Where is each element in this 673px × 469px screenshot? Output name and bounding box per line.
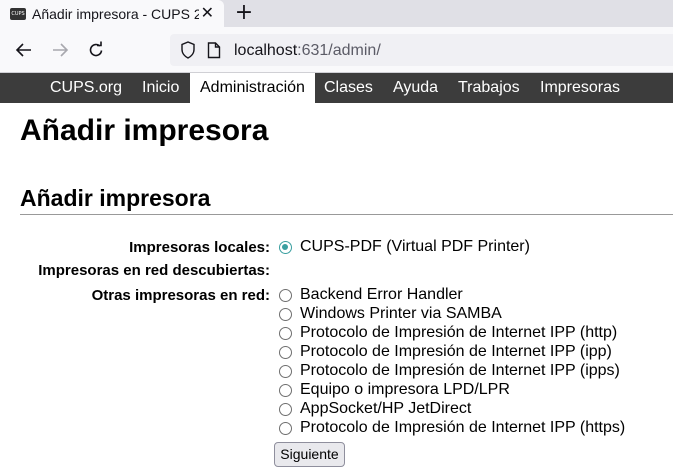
nav-administracion[interactable]: Administración: [190, 73, 315, 103]
back-button[interactable]: [13, 39, 35, 61]
local-printers-label: Impresoras locales:: [129, 239, 270, 256]
printer-option-label: AppSocket/HP JetDirect: [300, 400, 472, 417]
printer-option-label: Protocolo de Impresión de Internet IPP (…: [300, 324, 618, 341]
discovered-printers-label: Impresoras en red descubiertas:: [38, 262, 270, 279]
radio-button[interactable]: [279, 364, 292, 378]
printer-option-label: Windows Printer via SAMBA: [300, 305, 502, 322]
radio-button[interactable]: [279, 345, 292, 359]
shield-icon[interactable]: [180, 41, 196, 59]
nav-trabajos[interactable]: Trabajos: [458, 73, 520, 103]
cups-favicon-icon: CUPS: [10, 7, 26, 20]
nav-ayuda[interactable]: Ayuda: [393, 73, 438, 103]
url-bar[interactable]: localhost:631/admin/: [170, 34, 673, 66]
printer-option-label: CUPS-PDF (Virtual PDF Printer): [300, 238, 530, 255]
page-title: Añadir impresora: [20, 114, 269, 147]
radio-button[interactable]: [279, 288, 292, 302]
printer-option-label: Backend Error Handler: [300, 286, 463, 303]
forward-button[interactable]: [49, 39, 71, 61]
other-printers-label: Otras impresoras en red:: [91, 287, 270, 304]
new-tab-button[interactable]: +: [233, 0, 255, 25]
radio-button[interactable]: [279, 383, 292, 397]
nav-cups-org[interactable]: CUPS.org: [50, 73, 122, 103]
nav-clases[interactable]: Clases: [324, 73, 373, 103]
url-host: localhost: [234, 42, 298, 59]
printer-option[interactable]: AppSocket/HP JetDirect: [279, 400, 471, 418]
radio-button[interactable]: [279, 240, 292, 254]
url-text[interactable]: localhost:631/admin/: [234, 42, 381, 60]
printer-option[interactable]: Windows Printer via SAMBA: [279, 305, 502, 323]
section-divider: [20, 214, 673, 215]
printer-option-label: Protocolo de Impresión de Internet IPP (…: [300, 419, 626, 436]
next-button[interactable]: Siguiente: [274, 442, 345, 467]
printer-option-label: Protocolo de Impresión de Internet IPP (…: [300, 343, 612, 360]
radio-button[interactable]: [279, 402, 292, 416]
close-tab-icon[interactable]: ✕: [201, 3, 214, 23]
printer-option-label: Equipo o impresora LPD/LPR: [300, 381, 510, 398]
radio-button[interactable]: [279, 307, 292, 321]
browser-toolbar: localhost:631/admin/: [0, 27, 673, 73]
printer-option[interactable]: Protocolo de Impresión de Internet IPP (…: [279, 343, 612, 361]
printer-option-cups-pdf[interactable]: CUPS-PDF (Virtual PDF Printer): [279, 238, 530, 256]
url-path: :631/admin/: [297, 42, 381, 59]
section-title: Añadir impresora: [20, 185, 211, 211]
printer-option[interactable]: Protocolo de Impresión de Internet IPP (…: [279, 362, 620, 380]
reload-icon: [89, 41, 103, 57]
printer-option[interactable]: Backend Error Handler: [279, 286, 463, 304]
reload-button[interactable]: [85, 39, 107, 61]
radio-button[interactable]: [279, 326, 292, 340]
printer-option[interactable]: Equipo o impresora LPD/LPR: [279, 381, 510, 399]
arrow-left-icon: [15, 43, 31, 57]
tab-title: Añadir impresora - CUPS 2.3.1: [32, 5, 199, 22]
nav-inicio[interactable]: Inicio: [142, 73, 179, 103]
arrow-right-icon: [53, 43, 69, 57]
radio-button[interactable]: [279, 421, 292, 435]
printer-option[interactable]: Protocolo de Impresión de Internet IPP (…: [279, 324, 617, 342]
page-icon[interactable]: [207, 42, 221, 59]
printer-option[interactable]: Protocolo de Impresión de Internet IPP (…: [279, 419, 625, 437]
nav-impresoras[interactable]: Impresoras: [540, 73, 620, 103]
browser-tab[interactable]: CUPS Añadir impresora - CUPS 2.3.1 ✕: [0, 0, 224, 27]
cups-nav-bar: CUPS.org Inicio Administración Clases Ay…: [0, 73, 673, 103]
tab-strip: CUPS Añadir impresora - CUPS 2.3.1 ✕ +: [0, 0, 673, 27]
printer-option-label: Protocolo de Impresión de Internet IPP (…: [300, 362, 620, 379]
